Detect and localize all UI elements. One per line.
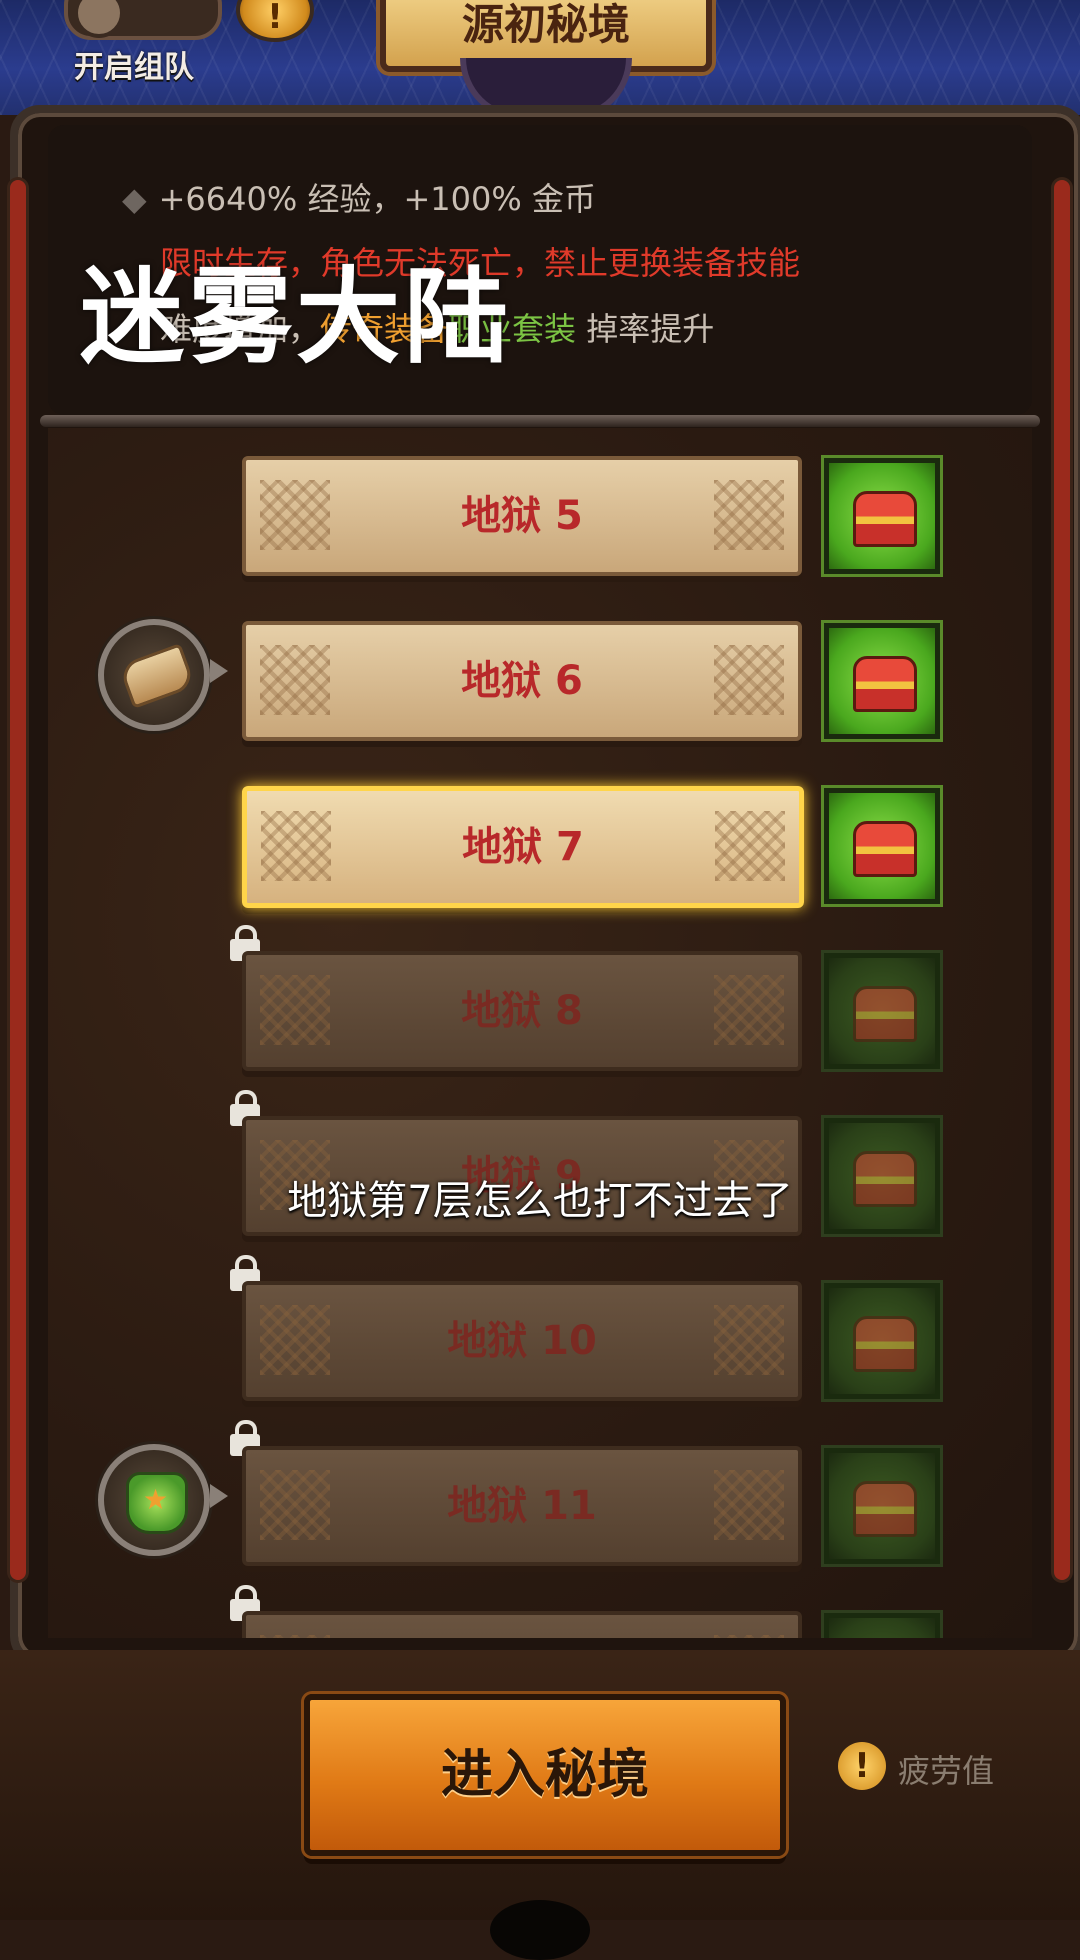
level-button-locked[interactable]: 地狱 11: [242, 1446, 802, 1566]
reward-bubble[interactable]: [98, 619, 228, 731]
reward-chest-button[interactable]: [824, 623, 940, 739]
list-item: 地狱 8: [48, 925, 1032, 1073]
level-button[interactable]: 地狱 5: [242, 456, 802, 576]
right-border-bar: [1054, 180, 1070, 1580]
bonus-text: +6640% 经验，+100% 金币: [158, 180, 596, 218]
bonus-line: ◆ +6640% 经验，+100% 金币: [122, 174, 596, 220]
bottom-handle: [490, 1900, 590, 1960]
reward-bubble[interactable]: [98, 1444, 228, 1556]
toggle-knob: [74, 0, 124, 38]
left-border-bar: [10, 180, 26, 1580]
chest-icon: [853, 821, 917, 877]
enter-realm-button[interactable]: 进入秘境: [304, 1694, 786, 1856]
reward-chest-button[interactable]: [824, 788, 940, 904]
list-item: 地狱 7: [48, 778, 1032, 908]
reward-chest-button[interactable]: [824, 458, 940, 574]
drop-suffix: 掉率提升: [576, 310, 715, 348]
level-button-locked[interactable]: 地狱 8: [242, 951, 802, 1071]
level-label: [246, 1615, 798, 1638]
level-button[interactable]: 地狱 6: [242, 621, 802, 741]
fatigue-info-icon[interactable]: !: [838, 1742, 886, 1790]
bullet-icon: ◆: [122, 180, 147, 218]
overlay-title: 迷雾大陆: [80, 256, 513, 378]
list-item: [48, 1585, 1032, 1638]
level-label: 地狱 8: [461, 988, 583, 1034]
divider: [40, 415, 1040, 427]
level-label: 地狱 6: [461, 658, 583, 704]
level-label: 地狱 10: [447, 1318, 597, 1364]
enter-realm-label: 进入秘境: [440, 1745, 649, 1805]
armor-icon: [126, 1472, 188, 1534]
reward-chest-button[interactable]: [824, 1613, 940, 1638]
fatigue-label: 疲劳值: [898, 1752, 995, 1790]
chest-icon: [853, 656, 917, 712]
chest-icon: [853, 1481, 917, 1537]
team-toggle[interactable]: [64, 0, 222, 40]
level-label: 地狱 5: [461, 493, 583, 539]
chest-icon: [853, 491, 917, 547]
reward-chest-button[interactable]: [824, 1283, 940, 1399]
level-button-selected[interactable]: 地狱 7: [242, 786, 804, 908]
level-button-locked[interactable]: 地狱 10: [242, 1281, 802, 1401]
reward-chest-button[interactable]: [824, 1448, 940, 1564]
level-button-locked[interactable]: [242, 1611, 802, 1638]
chest-icon: [853, 1316, 917, 1372]
reward-chest-button[interactable]: [824, 953, 940, 1069]
list-item: 地狱 5: [48, 448, 1032, 578]
team-label: 开启组队: [74, 50, 194, 85]
list-item: 地狱 6: [48, 613, 1032, 743]
level-list[interactable]: 地狱 5 地狱 6 地狱 7 地狱 8 地狱 9 地狱 10 ★ 地狱 11: [48, 428, 1032, 1638]
video-subtitle: 地狱第7层怎么也打不过去了: [287, 1178, 793, 1224]
list-item: 地狱 10: [48, 1255, 1032, 1403]
level-label: 地狱 7: [462, 824, 584, 870]
scroll-icon: [118, 643, 196, 709]
chest-icon: [853, 986, 917, 1042]
list-item: 地狱 11: [48, 1420, 1032, 1568]
level-label: 地狱 11: [447, 1483, 597, 1529]
